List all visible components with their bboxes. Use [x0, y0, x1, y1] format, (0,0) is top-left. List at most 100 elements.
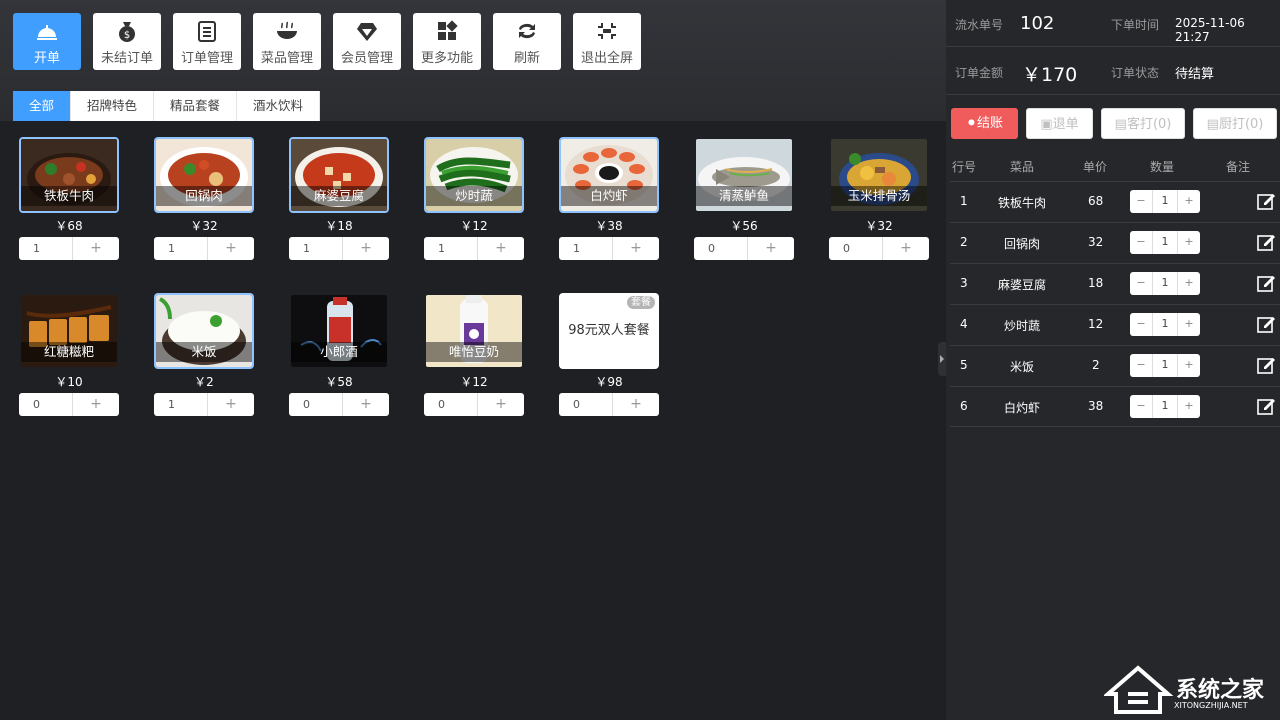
dish-management-button[interactable]: 菜品管理 [253, 13, 321, 70]
plus-button[interactable]: + [73, 237, 119, 260]
quantity-stepper[interactable]: 0 + [694, 237, 794, 260]
plus-button[interactable]: + [1177, 272, 1200, 295]
edit-icon[interactable] [1256, 273, 1276, 293]
dish-card-mapo-tofu[interactable]: 麻婆豆腐 ￥18 1 + [289, 137, 389, 260]
quantity-stepper[interactable]: 0 + [559, 393, 659, 416]
plus-button[interactable]: + [478, 393, 524, 416]
tab-set-meals[interactable]: 精品套餐 [154, 91, 238, 121]
dish-image[interactable]: 唯怡豆奶 [424, 293, 524, 369]
dish-card-set-meal[interactable]: 98元双人套餐 套餐 ￥98 0 + [559, 293, 659, 416]
plus-button[interactable]: + [208, 237, 254, 260]
quantity-stepper[interactable]: 1 + [154, 237, 254, 260]
quantity-stepper[interactable]: 0 + [829, 237, 929, 260]
quantity-value[interactable]: 1 [1153, 354, 1177, 377]
quantity-stepper[interactable]: −1 + [1130, 190, 1200, 213]
quantity-value[interactable]: 1 [1153, 313, 1177, 336]
set-meal-card[interactable]: 98元双人套餐 套餐 [559, 293, 659, 369]
edit-icon[interactable] [1256, 232, 1276, 252]
open-order-button[interactable]: 开单 [13, 13, 81, 70]
dish-card-twice-cooked-pork[interactable]: 回锅肉 ￥32 1 + [154, 137, 254, 260]
plus-button[interactable]: + [1177, 395, 1200, 418]
dish-image[interactable]: 回锅肉 [154, 137, 254, 213]
dish-image[interactable]: 米饭 [154, 293, 254, 369]
quantity-value[interactable]: 0 [829, 237, 883, 260]
minus-button[interactable]: − [1130, 190, 1153, 213]
quantity-stepper[interactable]: 1 + [154, 393, 254, 416]
plus-button[interactable]: + [1177, 231, 1200, 254]
minus-button[interactable]: − [1130, 313, 1153, 336]
quantity-stepper[interactable]: −1 + [1130, 395, 1200, 418]
minus-button[interactable]: − [1130, 272, 1153, 295]
quantity-stepper[interactable]: 0 + [289, 393, 389, 416]
dish-image[interactable]: 红糖糍粑 [19, 293, 119, 369]
plus-button[interactable]: + [478, 237, 524, 260]
refund-button[interactable]: ▣退单 [1026, 108, 1093, 139]
dish-image[interactable]: 玉米排骨汤 [829, 137, 929, 213]
tab-all[interactable]: 全部 [13, 91, 72, 121]
quantity-stepper[interactable]: 1 + [289, 237, 389, 260]
dish-card-steamed-perch[interactable]: 清蒸鲈鱼 ￥56 0 + [694, 137, 794, 260]
exit-fullscreen-button[interactable]: 退出全屏 [573, 13, 641, 70]
tab-drinks[interactable]: 酒水饮料 [237, 91, 321, 121]
quantity-value[interactable]: 0 [559, 393, 613, 416]
quantity-value[interactable]: 1 [1153, 395, 1177, 418]
quantity-value[interactable]: 0 [289, 393, 343, 416]
plus-button[interactable]: + [343, 393, 389, 416]
dish-image[interactable]: 炒时蔬 [424, 137, 524, 213]
minus-button[interactable]: − [1130, 395, 1153, 418]
plus-button[interactable]: + [748, 237, 794, 260]
member-management-button[interactable]: 会员管理 [333, 13, 401, 70]
quantity-value[interactable]: 1 [1153, 190, 1177, 213]
dish-image[interactable]: 麻婆豆腐 [289, 137, 389, 213]
tab-signature[interactable]: 招牌特色 [71, 91, 155, 121]
dish-card-xiaolang-liquor[interactable]: 小郎酒 ￥58 0 + [289, 293, 389, 416]
quantity-value[interactable]: 1 [424, 237, 478, 260]
dish-image[interactable]: 清蒸鲈鱼 [694, 137, 794, 213]
quantity-stepper[interactable]: 1 + [424, 237, 524, 260]
dish-image[interactable]: 小郎酒 [289, 293, 389, 369]
quantity-stepper[interactable]: 1 + [559, 237, 659, 260]
edit-icon[interactable] [1256, 314, 1276, 334]
refresh-button[interactable]: 刷新 [493, 13, 561, 70]
kitchen-print-button[interactable]: ▤厨打(0) [1193, 108, 1277, 139]
quantity-value[interactable]: 1 [19, 237, 73, 260]
quantity-value[interactable]: 0 [19, 393, 73, 416]
checkout-button[interactable]: ⚫结账 [951, 108, 1018, 139]
plus-button[interactable]: + [1177, 354, 1200, 377]
plus-button[interactable]: + [1177, 190, 1200, 213]
quantity-value[interactable]: 0 [424, 393, 478, 416]
dish-card-rice[interactable]: 米饭 ￥2 1 + [154, 293, 254, 416]
quantity-stepper[interactable]: −1 + [1130, 313, 1200, 336]
plus-button[interactable]: + [613, 393, 659, 416]
dish-image[interactable]: 铁板牛肉 [19, 137, 119, 213]
dish-card-soy-milk[interactable]: 唯怡豆奶 ￥12 0 + [424, 293, 524, 416]
quantity-value[interactable]: 0 [694, 237, 748, 260]
more-functions-button[interactable]: 更多功能 [413, 13, 481, 70]
guest-print-button[interactable]: ▤客打(0) [1101, 108, 1185, 139]
dish-card-boiled-shrimp[interactable]: 白灼虾 ￥38 1 + [559, 137, 659, 260]
minus-button[interactable]: − [1130, 231, 1153, 254]
plus-button[interactable]: + [73, 393, 119, 416]
collapse-panel-handle[interactable] [938, 342, 946, 376]
order-management-button[interactable]: 订单管理 [173, 13, 241, 70]
quantity-stepper[interactable]: 1 + [19, 237, 119, 260]
quantity-value[interactable]: 1 [289, 237, 343, 260]
quantity-stepper[interactable]: −1 + [1130, 354, 1200, 377]
edit-icon[interactable] [1256, 355, 1276, 375]
quantity-value[interactable]: 1 [154, 393, 208, 416]
dish-card-corn-rib-soup[interactable]: 玉米排骨汤 ￥32 0 + [829, 137, 929, 260]
quantity-value[interactable]: 1 [154, 237, 208, 260]
edit-icon[interactable] [1256, 191, 1276, 211]
dish-card-brown-sugar-ciba[interactable]: 红糖糍粑 ￥10 0 + [19, 293, 119, 416]
dish-image[interactable]: 白灼虾 [559, 137, 659, 213]
plus-button[interactable]: + [343, 237, 389, 260]
quantity-stepper[interactable]: −1 + [1130, 231, 1200, 254]
quantity-value[interactable]: 1 [1153, 231, 1177, 254]
quantity-value[interactable]: 1 [559, 237, 613, 260]
plus-button[interactable]: + [1177, 313, 1200, 336]
minus-button[interactable]: − [1130, 354, 1153, 377]
edit-icon[interactable] [1256, 396, 1276, 416]
quantity-stepper[interactable]: −1 + [1130, 272, 1200, 295]
quantity-stepper[interactable]: 0 + [424, 393, 524, 416]
plus-button[interactable]: + [613, 237, 659, 260]
